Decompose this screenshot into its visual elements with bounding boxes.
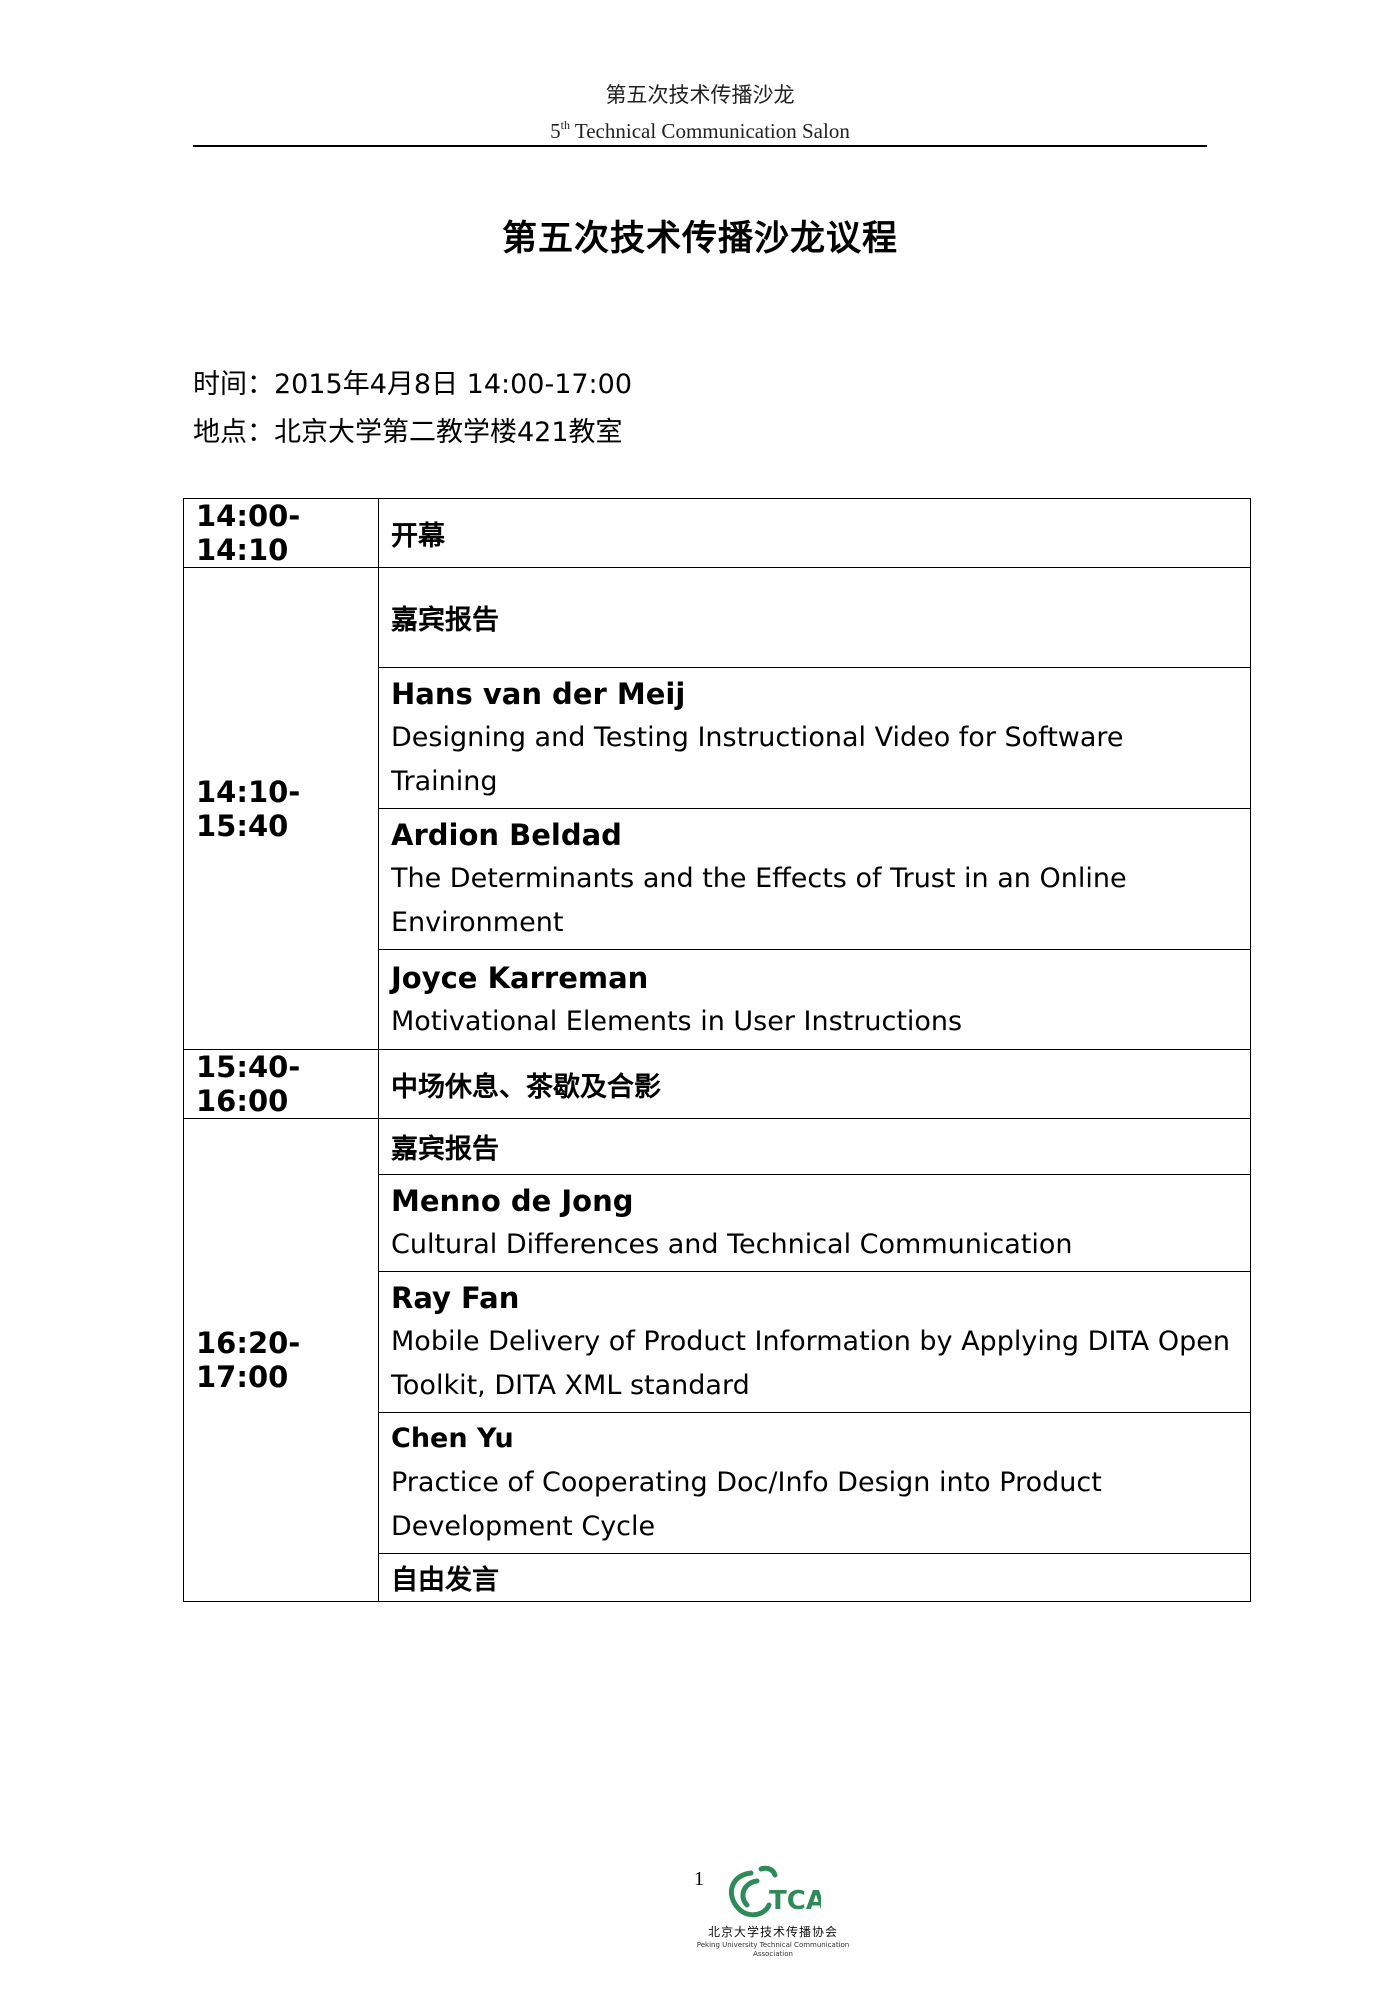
logo-english-name: Peking University Technical Communicatio… [696,1941,850,1958]
talk-title: Mobile Delivery of Product Information b… [391,1326,1230,1401]
page-title: 第五次技术传播沙龙议程 [501,219,898,259]
time-cell: 15:40-16:00 [183,1049,379,1119]
break-label: 中场休息、茶歇及合影 [378,1049,1251,1119]
header-ordinal-suffix: th [560,118,570,132]
header-divider [193,145,1207,147]
association-logo: TCA 北京大学技术传播协会 Peking University Technic… [693,1865,853,1958]
talk-title: Designing and Testing Instructional Vide… [391,722,1124,797]
event-time: 时间：2015年4月8日 14:00-17:00 [193,369,633,400]
talk-title: Practice of Cooperating Doc/Info Design … [391,1467,1102,1542]
running-header: 第五次技术传播沙龙 5th Technical Communication Sa… [0,80,1400,146]
session-heading: 嘉宾报告 [378,567,1251,668]
talk-title: The Determinants and the Effects of Trus… [391,863,1127,938]
closing-label: 自由发言 [378,1553,1251,1602]
agenda-row-session1-heading: 14:10-15:40 嘉宾报告 [183,567,1251,1050]
time-cell: 14:00-14:10 [183,498,379,568]
talk-cell: Chen Yu Practice of Cooperating Doc/Info… [378,1412,1251,1554]
talk-title: Motivational Elements in User Instructio… [391,1005,963,1037]
speaker-name: Ardion Beldad [391,818,622,852]
speaker-name: Chen Yu [391,1423,514,1454]
tca-logo-icon: TCA [728,1865,821,1918]
agenda-row-session2-heading: 16:20-17:00 嘉宾报告 [183,1118,1251,1602]
header-english-title: 5th Technical Communication Salon [0,110,1400,146]
agenda-row-opening: 14:00-14:10 开幕 [183,498,1251,568]
talk-cell: Ardion Beldad The Determinants and the E… [378,808,1251,950]
time-cell: 14:10-15:40 [183,567,379,1050]
agenda-row-break: 15:40-16:00 中场休息、茶歇及合影 [183,1049,1251,1119]
session-heading: 嘉宾报告 [378,1118,1251,1175]
talk-cell: Ray Fan Mobile Delivery of Product Infor… [378,1271,1251,1413]
speaker-name: Ray Fan [391,1281,520,1315]
header-chinese-title: 第五次技术传播沙龙 [605,83,795,107]
talk-cell: Hans van der Meij Designing and Testing … [378,667,1251,809]
speaker-name: Hans van der Meij [391,677,686,711]
talk-title: Cultural Differences and Technical Commu… [391,1229,1073,1260]
speaker-name: Joyce Karreman [391,960,649,995]
talk-cell: Joyce Karreman Motivational Elements in … [378,949,1251,1050]
agenda-table: 14:00-14:10 开幕 14:10-15:40 嘉宾报告 Hans van… [183,498,1251,1602]
logo-chinese-name: 北京大学技术传播协会 [707,1925,838,1939]
talk-cell: Menno de Jong Cultural Differences and T… [378,1174,1251,1272]
speaker-name: Menno de Jong [391,1184,634,1218]
event-location: 地点：北京大学第二教学楼421教室 [193,417,623,448]
time-cell: 16:20-17:00 [183,1118,379,1602]
header-number: 5 [550,119,561,143]
header-english-rest: Technical Communication Salon [570,119,850,143]
logo-letters: TCA [769,1886,821,1916]
opening-label: 开幕 [378,498,1251,568]
